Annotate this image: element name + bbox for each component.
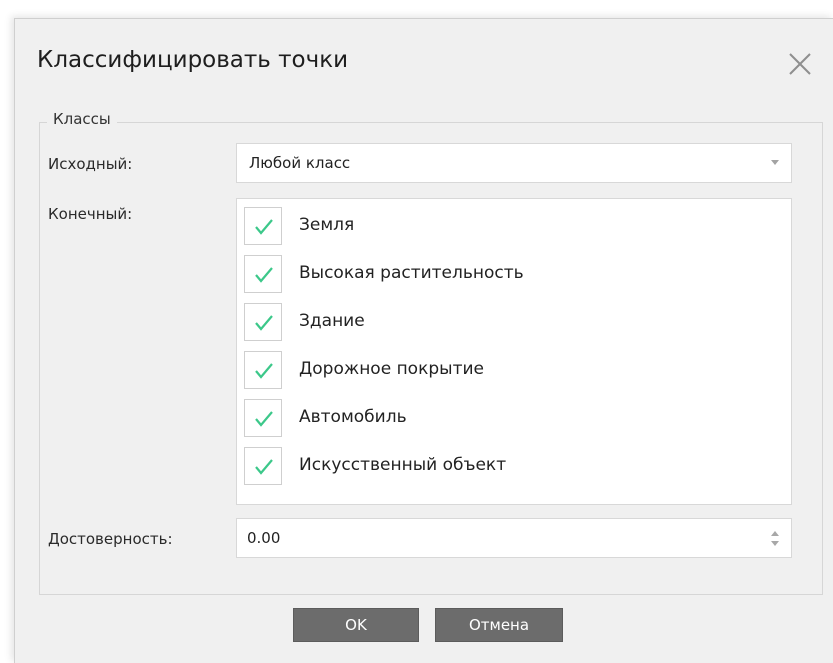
- cancel-button[interactable]: Отмена: [435, 608, 563, 642]
- target-item-artificial-object[interactable]: Искусственный объект: [244, 444, 774, 485]
- dialog-title: Классифицировать точки: [37, 47, 349, 73]
- checkbox[interactable]: [244, 351, 282, 389]
- check-icon: [255, 315, 273, 331]
- checkbox[interactable]: [244, 303, 282, 341]
- confidence-input[interactable]: [247, 527, 727, 549]
- target-item-label: Земля: [299, 215, 355, 235]
- checkbox[interactable]: [244, 399, 282, 437]
- checkbox[interactable]: [244, 255, 282, 293]
- check-icon: [255, 411, 273, 427]
- check-icon: [255, 219, 273, 235]
- confidence-spinbox[interactable]: [236, 518, 792, 558]
- target-item-ground[interactable]: Земля: [244, 204, 774, 245]
- target-item-label: Здание: [299, 311, 365, 331]
- classify-points-dialog: Классифицировать точки Классы Исходный: …: [14, 18, 833, 663]
- checkbox[interactable]: [244, 207, 282, 245]
- target-item-label: Искусственный объект: [299, 455, 507, 475]
- confidence-label: Достоверность:: [48, 530, 173, 548]
- chevron-down-icon: [771, 160, 779, 165]
- check-icon: [255, 267, 273, 283]
- target-item-label: Автомобиль: [299, 407, 407, 427]
- source-class-value: Любой класс: [249, 154, 351, 172]
- classes-legend: Классы: [47, 110, 117, 128]
- target-item-car[interactable]: Автомобиль: [244, 396, 774, 437]
- ok-button[interactable]: OK: [293, 608, 419, 642]
- target-class-list[interactable]: Земля Высокая растительность Здание Доро…: [236, 198, 792, 505]
- close-button[interactable]: [785, 49, 815, 79]
- checkbox[interactable]: [244, 447, 282, 485]
- check-icon: [255, 363, 273, 379]
- check-icon: [255, 459, 273, 475]
- target-item-label: Высокая растительность: [299, 263, 524, 283]
- target-item-high-vegetation[interactable]: Высокая растительность: [244, 252, 774, 293]
- spin-down-icon[interactable]: [771, 541, 779, 546]
- spin-up-icon[interactable]: [771, 531, 779, 536]
- close-icon: [789, 53, 811, 75]
- source-class-dropdown[interactable]: Любой класс: [236, 143, 792, 183]
- source-label: Исходный:: [48, 155, 133, 173]
- target-label: Конечный:: [48, 205, 133, 223]
- target-item-label: Дорожное покрытие: [299, 359, 484, 379]
- target-item-building[interactable]: Здание: [244, 300, 774, 341]
- target-item-road-surface[interactable]: Дорожное покрытие: [244, 348, 774, 389]
